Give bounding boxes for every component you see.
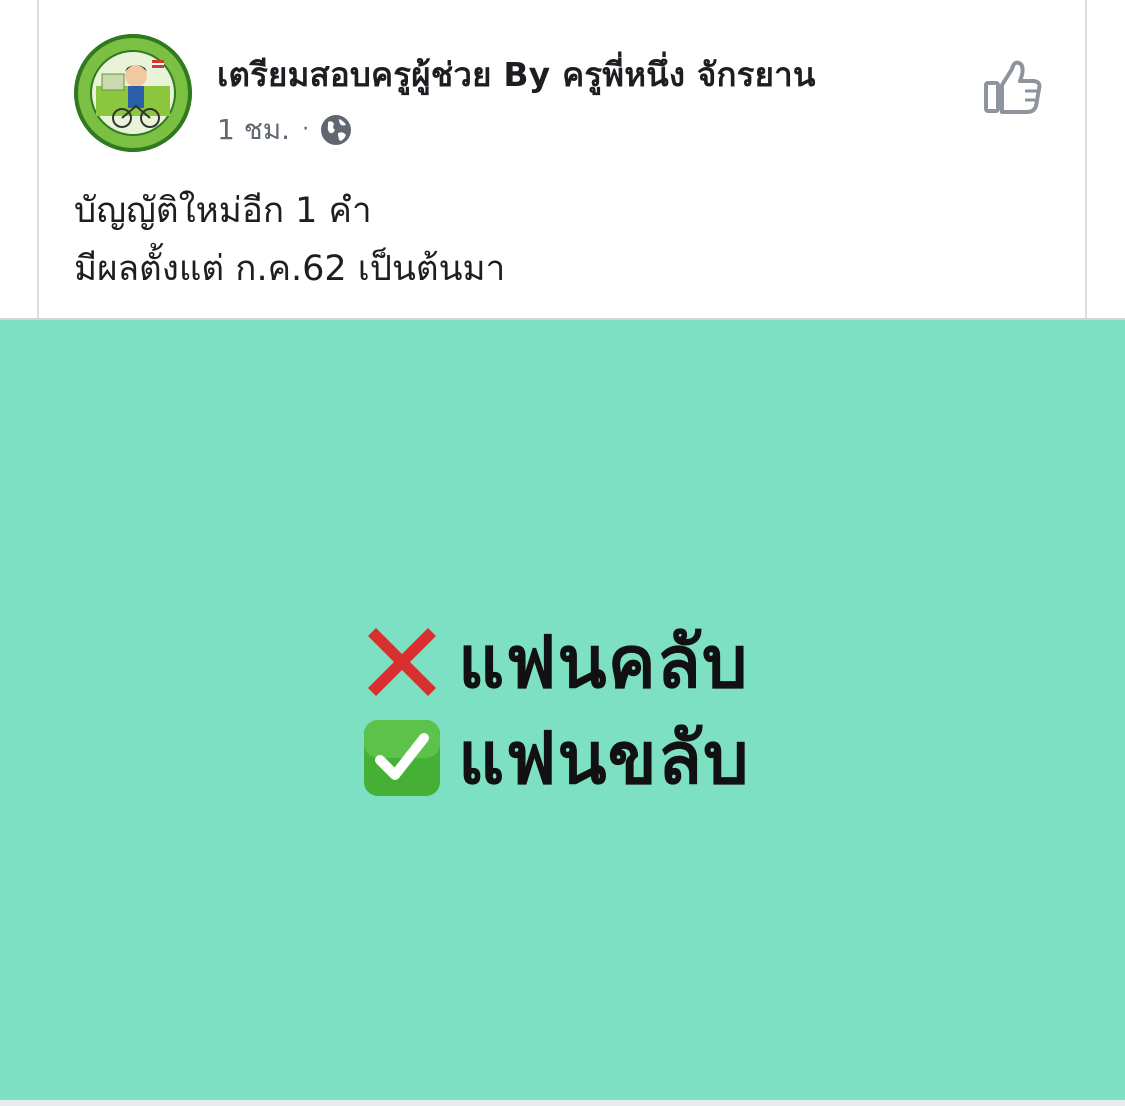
image-line-incorrect: แฟนคลับ: [360, 620, 749, 704]
page-avatar[interactable]: [74, 34, 192, 152]
post-timestamp[interactable]: 1 ชม.: [217, 108, 290, 152]
post-header-card: เตรียมสอบครูผู้ช่วย By ครูพี่หนึ่ง จักรย…: [37, 0, 1087, 318]
like-page-button[interactable]: [981, 55, 1045, 119]
thumbs-up-icon: [984, 60, 1042, 114]
post-message-line: บัญญัติใหม่อีก 1 คำ: [74, 191, 372, 231]
post-image[interactable]: แฟนคลับ แฟนขลับ: [0, 318, 1125, 1100]
page-logo-avatar: [74, 34, 192, 152]
incorrect-word: แฟนคลับ: [458, 620, 749, 704]
correct-word: แฟนขลับ: [458, 716, 750, 800]
post-bottom-divider: [0, 1100, 1125, 1106]
image-line-correct: แฟนขลับ: [360, 716, 750, 800]
cross-mark-icon: [360, 620, 444, 704]
post-message: บัญญัติใหม่อีก 1 คำ มีผลตั้งแต่ ก.ค.62 เ…: [74, 182, 505, 298]
facebook-post-view: เตรียมสอบครูผู้ช่วย By ครูพี่หนึ่ง จักรย…: [0, 0, 1125, 1106]
globe-icon[interactable]: [319, 113, 353, 147]
check-mark-icon: [360, 716, 444, 800]
post-message-line: มีผลตั้งแต่ ก.ค.62 เป็นต้นมา: [74, 249, 506, 289]
post-meta: 1 ชม. ·: [217, 108, 353, 152]
meta-separator: ·: [302, 117, 310, 142]
page-name-link[interactable]: เตรียมสอบครูผู้ช่วย By ครูพี่หนึ่ง จักรย…: [217, 48, 816, 101]
